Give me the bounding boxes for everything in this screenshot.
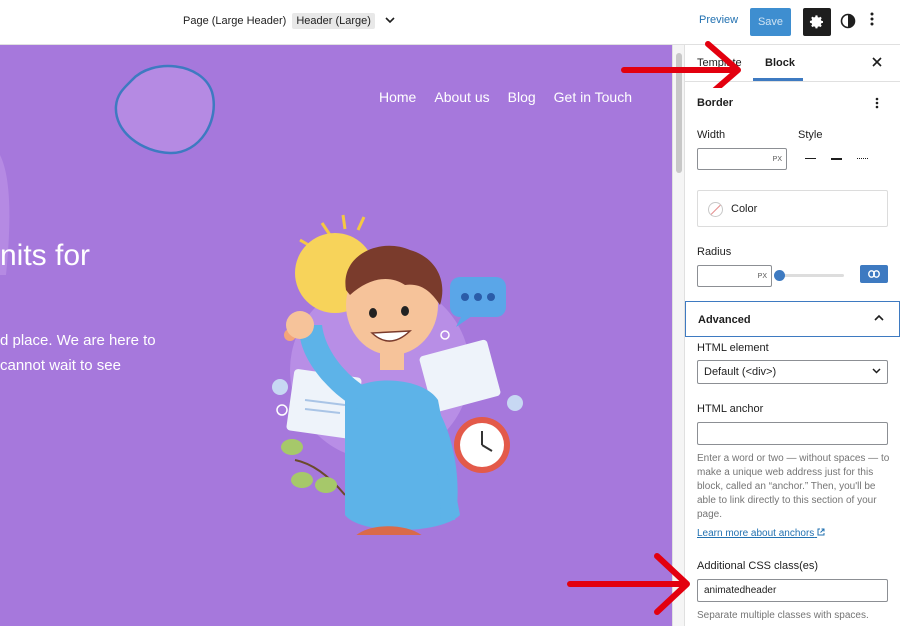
site-navigation: Home About us Blog Get in Touch [379, 89, 632, 105]
learn-more-anchors-text: Learn more about anchors [697, 528, 815, 539]
document-title-dropdown[interactable]: Page (Large Header) Header (Large) [183, 13, 395, 29]
nav-about-link[interactable]: About us [434, 89, 489, 105]
html-element-select[interactable]: Default (<div>) [697, 360, 888, 384]
html-anchor-help-text: Enter a word or two — without spaces — t… [697, 453, 890, 520]
hero-text-line-1[interactable]: d place. We are here to [0, 332, 156, 349]
template-part-name: Header (Large) [292, 13, 375, 29]
hero-heading[interactable]: nits for [0, 239, 90, 273]
chevron-up-icon [874, 312, 884, 324]
html-element-value: Default (<div>) [704, 366, 777, 378]
learn-more-anchors-link[interactable]: Learn more about anchors [697, 528, 825, 539]
html-anchor-input[interactable] [697, 422, 888, 445]
border-style-dotted-icon[interactable] [857, 158, 868, 159]
border-radius-slider-track[interactable] [777, 274, 844, 277]
border-color-picker[interactable]: Color [697, 190, 888, 227]
nav-blog-link[interactable]: Blog [508, 89, 536, 105]
color-swatch-icon [708, 202, 723, 217]
settings-gear-icon[interactable] [803, 8, 831, 36]
border-width-label: Width [697, 129, 726, 141]
border-width-unit[interactable]: PX [773, 156, 782, 163]
save-button[interactable]: Save [750, 8, 791, 36]
hero-text-line-2[interactable]: cannot wait to see [0, 357, 121, 374]
additional-css-input[interactable]: animatedheader [697, 579, 888, 602]
preview-button[interactable]: Preview [699, 14, 738, 26]
advanced-panel-toggle[interactable]: Advanced [685, 301, 900, 337]
border-style-label: Style [798, 129, 823, 141]
external-link-icon [817, 528, 825, 539]
styles-contrast-icon[interactable] [840, 13, 856, 29]
tab-block[interactable]: Block [765, 57, 795, 69]
additional-css-label: Additional CSS class(es) [697, 560, 819, 572]
template-name: Page (Large Header) [183, 15, 287, 27]
close-icon[interactable] [872, 54, 882, 71]
border-width-input[interactable]: PX [697, 148, 787, 170]
more-options-icon[interactable] [870, 12, 874, 30]
border-radius-unit[interactable]: PX [758, 273, 767, 280]
additional-css-help-text: Separate multiple classes with spaces. [697, 610, 869, 621]
scrollbar-thumb[interactable] [676, 53, 682, 173]
editor-canvas[interactable]: Home About us Blog Get in Touch nits for… [0, 45, 672, 626]
settings-sidebar: Template Block Border Width Style PX Col… [684, 45, 900, 626]
nav-home-link[interactable]: Home [379, 89, 416, 105]
advanced-panel-heading: Advanced [698, 314, 751, 326]
active-tab-indicator [753, 78, 803, 81]
chevron-down-icon [385, 15, 395, 27]
border-radius-label: Radius [697, 246, 732, 258]
border-options-icon[interactable] [875, 97, 879, 112]
unlink-radius-icon[interactable] [860, 265, 888, 283]
decorative-blob-shape [114, 64, 215, 155]
nav-contact-link[interactable]: Get in Touch [554, 89, 632, 105]
editor-top-toolbar: Page (Large Header) Header (Large) Previ… [0, 0, 900, 45]
border-radius-slider-thumb[interactable] [774, 270, 785, 281]
border-panel-heading: Border [697, 97, 734, 109]
hero-person-illustration [272, 214, 523, 535]
chevron-down-icon [872, 366, 881, 377]
border-radius-input[interactable]: PX [697, 265, 772, 287]
sidebar-tabs: Template Block [685, 45, 900, 82]
html-element-label: HTML element [697, 342, 769, 354]
border-color-label: Color [731, 203, 758, 215]
html-anchor-label: HTML anchor [697, 403, 764, 415]
border-style-solid-icon[interactable] [805, 158, 816, 159]
tab-template[interactable]: Template [697, 57, 742, 69]
border-style-dashed-icon[interactable] [831, 158, 842, 160]
canvas-scrollbar[interactable] [672, 45, 684, 626]
